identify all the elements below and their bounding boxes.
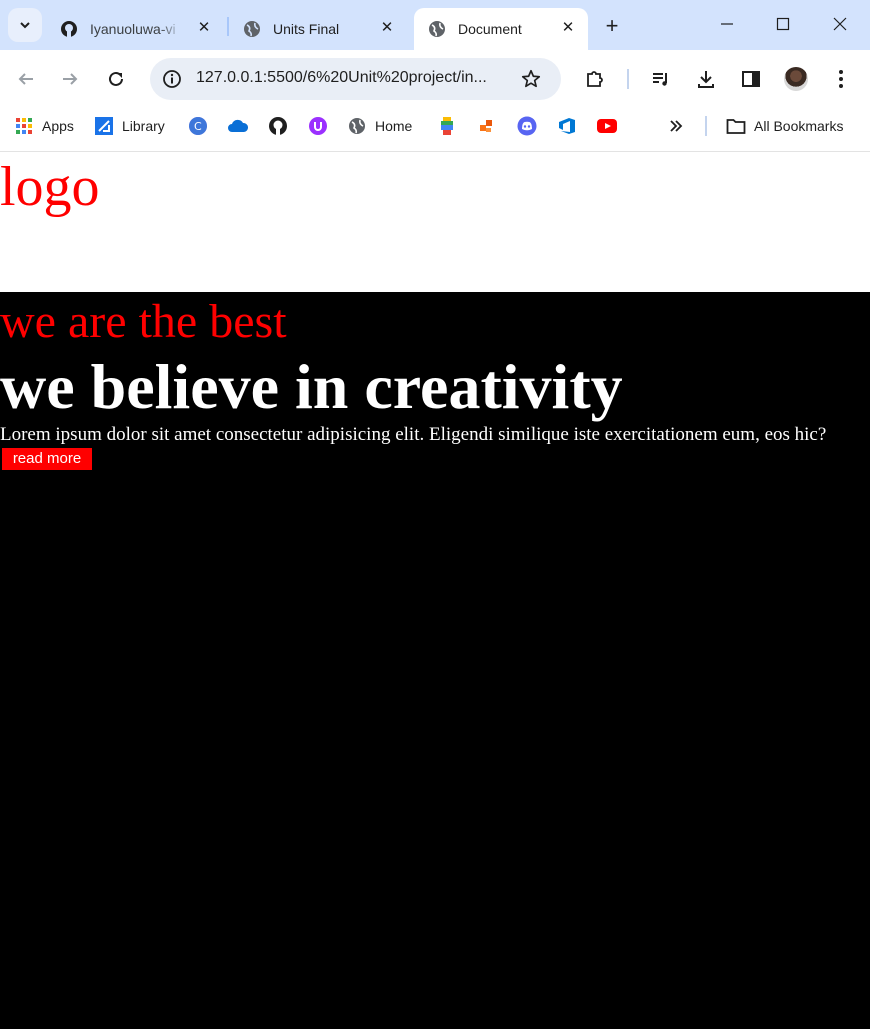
canva-icon: C	[189, 117, 207, 135]
bookmark-label: Apps	[42, 118, 74, 134]
toolbar-divider	[627, 69, 629, 89]
onedrive-cloud-icon	[228, 119, 249, 132]
close-icon[interactable]: ✕	[194, 17, 214, 37]
tab-document[interactable]: Document ✕	[414, 8, 588, 50]
hero-section: we are the best we believe in creativity…	[0, 292, 870, 1029]
globe-icon	[428, 20, 446, 38]
globe-icon	[347, 116, 367, 136]
library-icon	[94, 116, 114, 136]
bookmark-apps[interactable]: Apps	[14, 115, 74, 137]
forward-button[interactable]	[58, 67, 82, 91]
globe-icon	[243, 20, 261, 38]
side-panel-icon	[742, 71, 760, 87]
bookmark-library[interactable]: Library	[94, 115, 165, 137]
media-controls-button[interactable]	[649, 67, 673, 91]
downloads-button[interactable]	[694, 67, 718, 91]
orange-app-icon	[480, 120, 492, 132]
reload-icon	[109, 71, 123, 86]
github-icon	[60, 20, 78, 38]
bookmark-youtube[interactable]	[596, 115, 618, 137]
tab-title: Document	[458, 21, 522, 37]
puzzle-icon	[587, 71, 603, 87]
close-icon[interactable]: ✕	[558, 17, 578, 37]
site-info-icon[interactable]	[162, 69, 182, 89]
close-window-button[interactable]	[826, 10, 854, 38]
bookmark-onedrive[interactable]	[227, 115, 249, 137]
back-button[interactable]	[14, 67, 38, 91]
browser-chrome: Iyanuoluwa-vi ✕ Units Final ✕ Document ✕…	[0, 0, 870, 152]
site-header: logo	[0, 152, 870, 292]
bookmark-home[interactable]: Home	[347, 115, 412, 137]
close-icon[interactable]: ✕	[377, 17, 397, 37]
minimize-button[interactable]	[713, 10, 741, 38]
folder-icon	[726, 116, 746, 136]
bookmark-label: Library	[122, 118, 165, 134]
azure-devops-icon	[559, 118, 575, 134]
svg-text:C: C	[194, 120, 202, 133]
close-icon	[833, 17, 847, 31]
download-icon	[698, 71, 714, 88]
new-tab-button[interactable]: +	[600, 13, 624, 38]
more-bookmarks-button[interactable]	[665, 115, 687, 137]
chevron-down-icon	[20, 22, 30, 29]
playlist-icon	[653, 73, 667, 86]
github-icon	[269, 117, 287, 135]
hero-paragraph: Lorem ipsum dolor sit amet consectetur a…	[0, 424, 827, 445]
double-chevron-right-icon	[670, 120, 683, 132]
purple-u-icon	[309, 117, 327, 135]
bookmark-azure-devops[interactable]	[556, 115, 578, 137]
tab-github[interactable]: Iyanuoluwa-vi ✕	[46, 8, 224, 50]
tab-strip: Iyanuoluwa-vi ✕ Units Final ✕ Document ✕…	[0, 0, 870, 50]
bookmark-label: All Bookmarks	[754, 118, 844, 134]
discord-icon	[517, 116, 537, 136]
side-panel-button[interactable]	[739, 67, 763, 91]
youtube-icon	[597, 119, 617, 133]
tab-search-button[interactable]	[8, 8, 42, 42]
more-vertical-icon	[839, 70, 843, 88]
arrow-right-icon	[63, 73, 78, 85]
profile-avatar[interactable]	[784, 67, 808, 91]
tab-title: Units Final	[273, 21, 340, 37]
bookmark-github[interactable]	[267, 115, 289, 137]
bookmark-orange-app[interactable]	[476, 115, 498, 137]
tab-title: Iyanuoluwa-vi	[90, 21, 176, 37]
url-text[interactable]: 127.0.0.1:5500/6%20Unit%20project/in...	[196, 69, 487, 87]
bookmark-label: Home	[375, 118, 413, 134]
tab-units-final[interactable]: Units Final ✕	[229, 8, 409, 50]
hero-headline: we believe in creativity	[0, 351, 623, 422]
hero-tagline: we are the best	[0, 295, 287, 348]
site-logo[interactable]: logo	[0, 156, 100, 218]
bookmark-star-icon[interactable]	[520, 68, 542, 90]
apps-grid-icon	[14, 116, 34, 136]
bookmark-colorful-app[interactable]	[436, 115, 458, 137]
browser-toolbar: 127.0.0.1:5500/6%20Unit%20project/in...	[0, 50, 870, 108]
extensions-button[interactable]	[583, 67, 607, 91]
bookmarks-divider	[705, 116, 707, 136]
bookmarks-bar: Apps Library C Home All Bookmarks	[0, 108, 870, 144]
maximize-icon	[776, 17, 790, 31]
address-bar[interactable]: 127.0.0.1:5500/6%20Unit%20project/in...	[150, 58, 561, 100]
chrome-menu-button[interactable]	[829, 67, 853, 91]
read-more-button[interactable]: read more	[2, 448, 92, 470]
bookmark-discord[interactable]	[516, 115, 538, 137]
minimize-icon	[721, 23, 733, 25]
bookmark-canva[interactable]: C	[187, 115, 209, 137]
reload-button[interactable]	[104, 67, 128, 91]
bookmark-purple-app[interactable]	[307, 115, 329, 137]
maximize-button[interactable]	[769, 10, 797, 38]
arrow-left-icon	[18, 73, 33, 85]
colorful-app-icon	[441, 117, 453, 135]
all-bookmarks-button[interactable]: All Bookmarks	[726, 115, 843, 137]
